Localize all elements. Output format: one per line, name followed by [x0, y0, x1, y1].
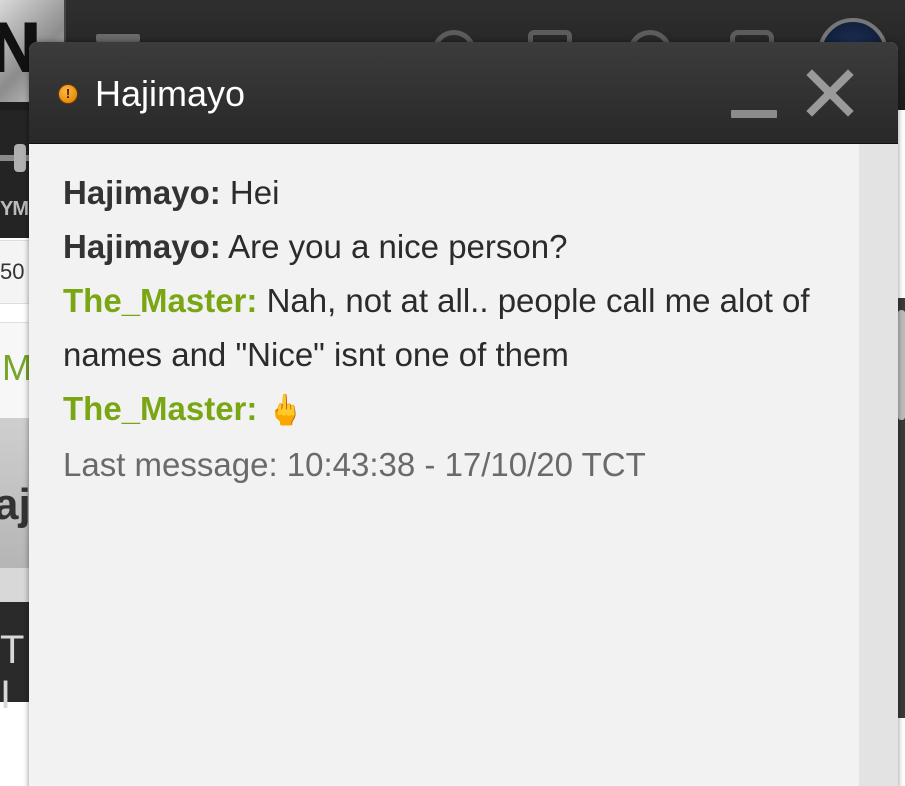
profile-name-partial: aj — [0, 480, 31, 529]
chat-message: Hajimayo: Are you a nice person? — [63, 220, 843, 274]
message-sender[interactable]: The_Master: — [63, 282, 257, 319]
close-icon — [806, 69, 854, 117]
chat-window: ! Hajimayo Hajimayo: Hei Hajimayo: Are y… — [29, 42, 898, 786]
message-sender[interactable]: The_Master: — [63, 390, 257, 427]
toolbar-label: YM — [0, 198, 29, 220]
chat-message-area[interactable]: Hajimayo: Hei Hajimayo: Are you a nice p… — [31, 144, 859, 786]
warning-dot-icon: ! — [58, 84, 78, 104]
chat-header[interactable]: ! Hajimayo — [29, 42, 898, 144]
list-item-letter: M — [2, 347, 32, 388]
minimize-button[interactable] — [727, 78, 781, 122]
message-sender[interactable]: Hajimayo: — [63, 228, 221, 265]
message-list: Hajimayo: Hei Hajimayo: Are you a nice p… — [63, 166, 843, 492]
chat-scrollbar[interactable] — [859, 144, 898, 786]
list-item-number: 50 — [0, 259, 25, 284]
menu-icon[interactable] — [96, 34, 140, 42]
close-button[interactable] — [805, 68, 855, 118]
volume-slider-handle[interactable] — [14, 144, 26, 172]
chat-message: The_Master: 🖕 — [63, 382, 843, 438]
message-sender[interactable]: Hajimayo: — [63, 174, 221, 211]
screen: N YM 50 M aj T I ! Hajimayo Hajimayo: He… — [0, 0, 905, 786]
chat-title: Hajimayo — [95, 73, 246, 114]
middle-finger-emoji-icon: 🖕 — [266, 393, 304, 428]
message-text: Hei — [229, 174, 280, 211]
chat-message: The_Master: Nah, not at all.. people cal… — [63, 274, 843, 382]
message-text: Are you a nice person? — [228, 228, 568, 265]
minimize-icon — [731, 110, 777, 118]
chat-message: Hajimayo: Hei — [63, 166, 843, 220]
last-message-timestamp: Last message: 10:43:38 - 17/10/20 TCT — [63, 446, 646, 483]
side-panel-scrollbar[interactable] — [898, 310, 905, 420]
